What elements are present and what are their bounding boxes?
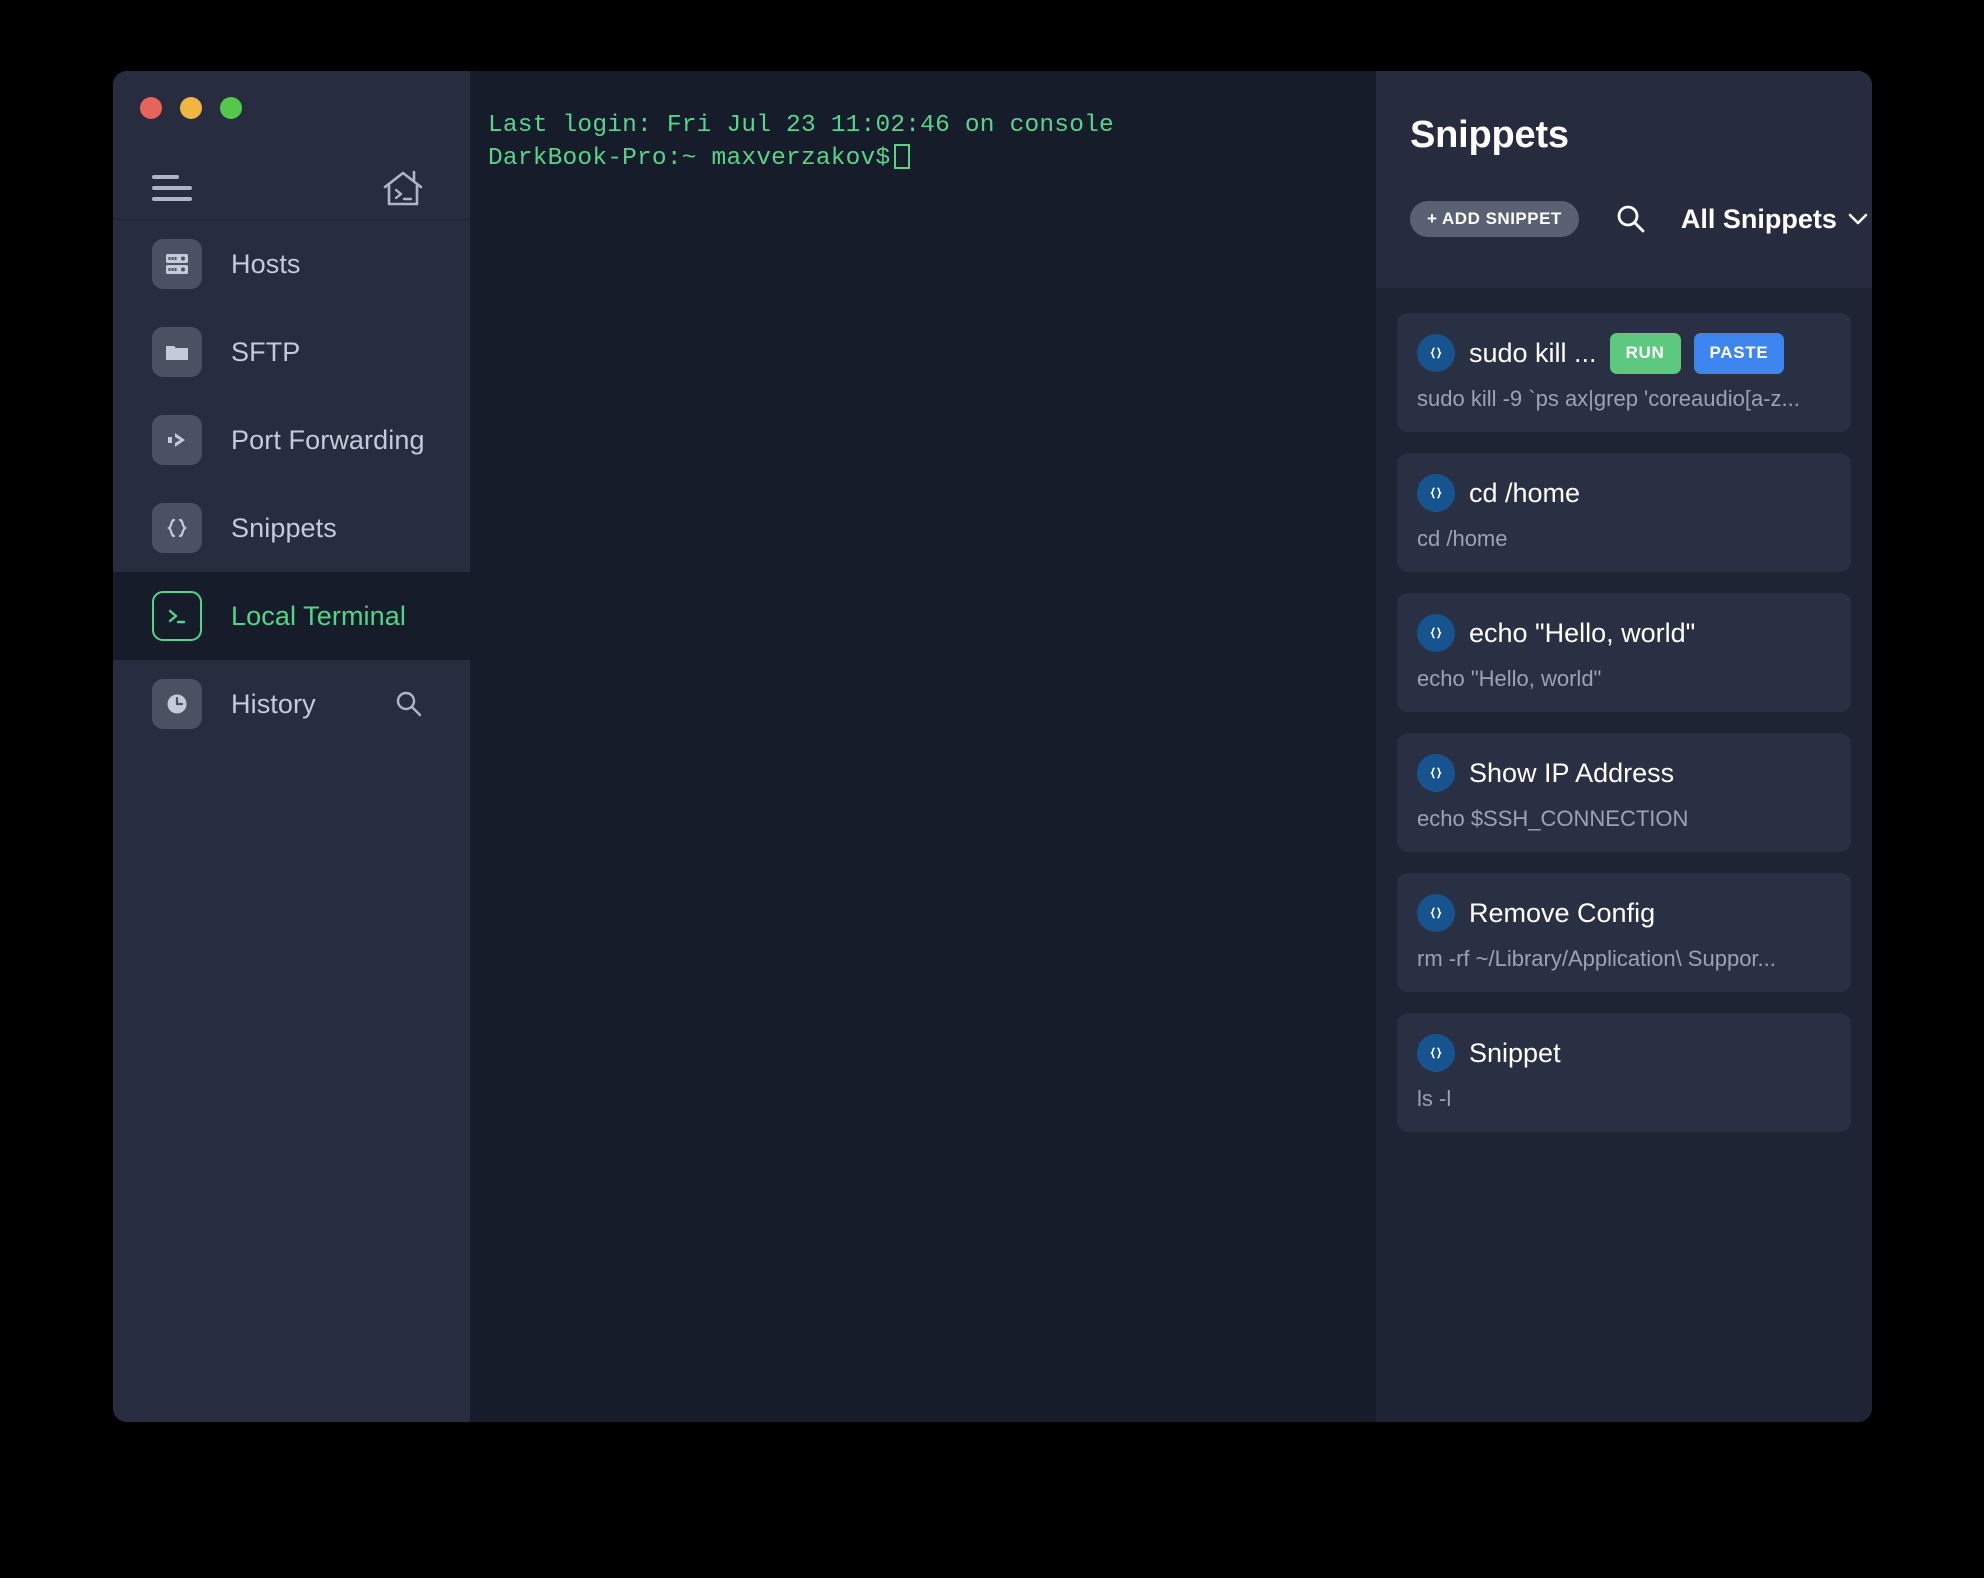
- terminal-line: Last login: Fri Jul 23 11:02:46 on conso…: [488, 112, 1114, 139]
- braces-icon: [1417, 614, 1455, 652]
- home-terminal-icon[interactable]: [381, 168, 425, 210]
- close-button[interactable]: [140, 97, 162, 119]
- braces-icon: [1417, 894, 1455, 932]
- sidebar-item-label: Hosts: [231, 248, 301, 279]
- snippets-filter-label: All Snippets: [1680, 203, 1837, 234]
- braces-icon: [1417, 754, 1455, 792]
- terminal-prompt-icon: [152, 591, 202, 641]
- snippet-name: Snippet: [1469, 1037, 1561, 1068]
- snippet-card[interactable]: echo "Hello, world" echo "Hello, world": [1397, 593, 1851, 712]
- search-icon[interactable]: [1614, 201, 1648, 237]
- clock-icon: [152, 679, 202, 729]
- search-icon[interactable]: [393, 688, 425, 720]
- window-controls: [140, 97, 242, 119]
- sidebar-item-label: History: [231, 688, 316, 719]
- chevron-down-icon: [1848, 212, 1868, 226]
- snippet-card[interactable]: Remove Config rm -rf ~/Library/Applicatio…: [1397, 873, 1851, 992]
- maximize-button[interactable]: [220, 97, 242, 119]
- braces-icon: [152, 503, 202, 553]
- snippet-card[interactable]: Show IP Address echo $SSH_CONNECTION: [1397, 733, 1851, 852]
- snippet-command: echo "Hello, world": [1417, 666, 1602, 691]
- minimize-button[interactable]: [180, 97, 202, 119]
- snippet-card[interactable]: cd /home cd /home: [1397, 453, 1851, 572]
- sidebar-item-label: Port Forwarding: [231, 424, 425, 455]
- snippets-list: sudo kill ... RUN PASTE sudo kill -9 `ps ax…: [1376, 289, 1872, 1422]
- sidebar: Hosts SFTP Port Forwarding Snippets Loca…: [113, 71, 470, 1422]
- snippets-panel: Snippets + ADD SNIPPET All Snippets sudo…: [1376, 71, 1872, 1422]
- snippet-name: sudo kill ...: [1469, 337, 1597, 368]
- snippet-card-header: cd /home: [1417, 471, 1831, 515]
- snippet-name: echo "Hello, world": [1469, 617, 1696, 648]
- braces-icon: [1417, 334, 1455, 372]
- paste-button[interactable]: PASTE: [1693, 332, 1785, 374]
- sidebar-item-hosts[interactable]: Hosts: [113, 220, 470, 308]
- sidebar-header: [113, 71, 470, 220]
- sidebar-item-snippets[interactable]: Snippets: [113, 484, 470, 572]
- sidebar-item-sftp[interactable]: SFTP: [113, 308, 470, 396]
- snippet-command: sudo kill -9 `ps ax|grep 'coreaudio[a-z.…: [1417, 386, 1800, 411]
- terminal-cursor: [894, 144, 911, 169]
- snippet-command: echo $SSH_CONNECTION: [1417, 806, 1689, 831]
- sidebar-item-label: Local Terminal: [231, 600, 406, 631]
- add-snippet-button[interactable]: + ADD SNIPPET: [1410, 201, 1579, 237]
- snippet-card-header: Snippet: [1417, 1031, 1831, 1075]
- sidebar-item-local-terminal[interactable]: Local Terminal: [113, 572, 470, 660]
- snippet-command: rm -rf ~/Library/Application\ Suppor...: [1417, 946, 1776, 971]
- snippet-command: cd /home: [1417, 526, 1508, 551]
- snippet-card[interactable]: sudo kill ... RUN PASTE sudo kill -9 `ps ax…: [1397, 313, 1851, 432]
- snippet-name: cd /home: [1469, 477, 1581, 508]
- braces-icon: [1417, 1034, 1455, 1072]
- sidebar-item-label: Snippets: [231, 512, 337, 543]
- snippet-card[interactable]: Snippet ls -l: [1397, 1013, 1851, 1132]
- terminal-pane[interactable]: Last login: Fri Jul 23 11:02:46 on conso…: [470, 71, 1376, 1422]
- snippet-card-header: sudo kill ... RUN PASTE: [1417, 331, 1831, 375]
- sidebar-item-port-forwarding[interactable]: Port Forwarding: [113, 396, 470, 484]
- sidebar-nav: Hosts SFTP Port Forwarding Snippets Loca…: [113, 220, 470, 748]
- snippet-name: Show IP Address: [1469, 757, 1675, 788]
- snippet-command: ls -l: [1417, 1086, 1452, 1111]
- forward-arrow-icon: [152, 415, 202, 465]
- snippets-filter-dropdown[interactable]: All Snippets: [1681, 204, 1868, 235]
- terminal-prompt-text: DarkBook-Pro:~ maxverzakov$: [488, 145, 891, 172]
- terminal-prompt-line: DarkBook-Pro:~ maxverzakov$: [488, 142, 1376, 175]
- snippet-name: Remove Config: [1469, 897, 1656, 928]
- sidebar-item-history[interactable]: History: [113, 660, 470, 748]
- folder-icon: [152, 327, 202, 377]
- run-button[interactable]: RUN: [1609, 332, 1681, 374]
- snippets-toolbar: + ADD SNIPPET All Snippets: [1410, 201, 1868, 237]
- snippets-title: Snippets: [1410, 114, 1569, 156]
- snippet-card-header: Show IP Address: [1417, 751, 1831, 795]
- server-icon: [152, 239, 202, 289]
- sidebar-item-label: SFTP: [231, 336, 301, 367]
- app-window: Hosts SFTP Port Forwarding Snippets Loca…: [113, 71, 1872, 1422]
- hamburger-menu-icon[interactable]: [152, 175, 192, 201]
- snippet-card-header: echo "Hello, world": [1417, 611, 1831, 655]
- sidebar-empty-area: [113, 748, 470, 1422]
- snippets-header: Snippets + ADD SNIPPET All Snippets: [1376, 71, 1872, 289]
- snippet-card-header: Remove Config: [1417, 891, 1831, 935]
- braces-icon: [1417, 474, 1455, 512]
